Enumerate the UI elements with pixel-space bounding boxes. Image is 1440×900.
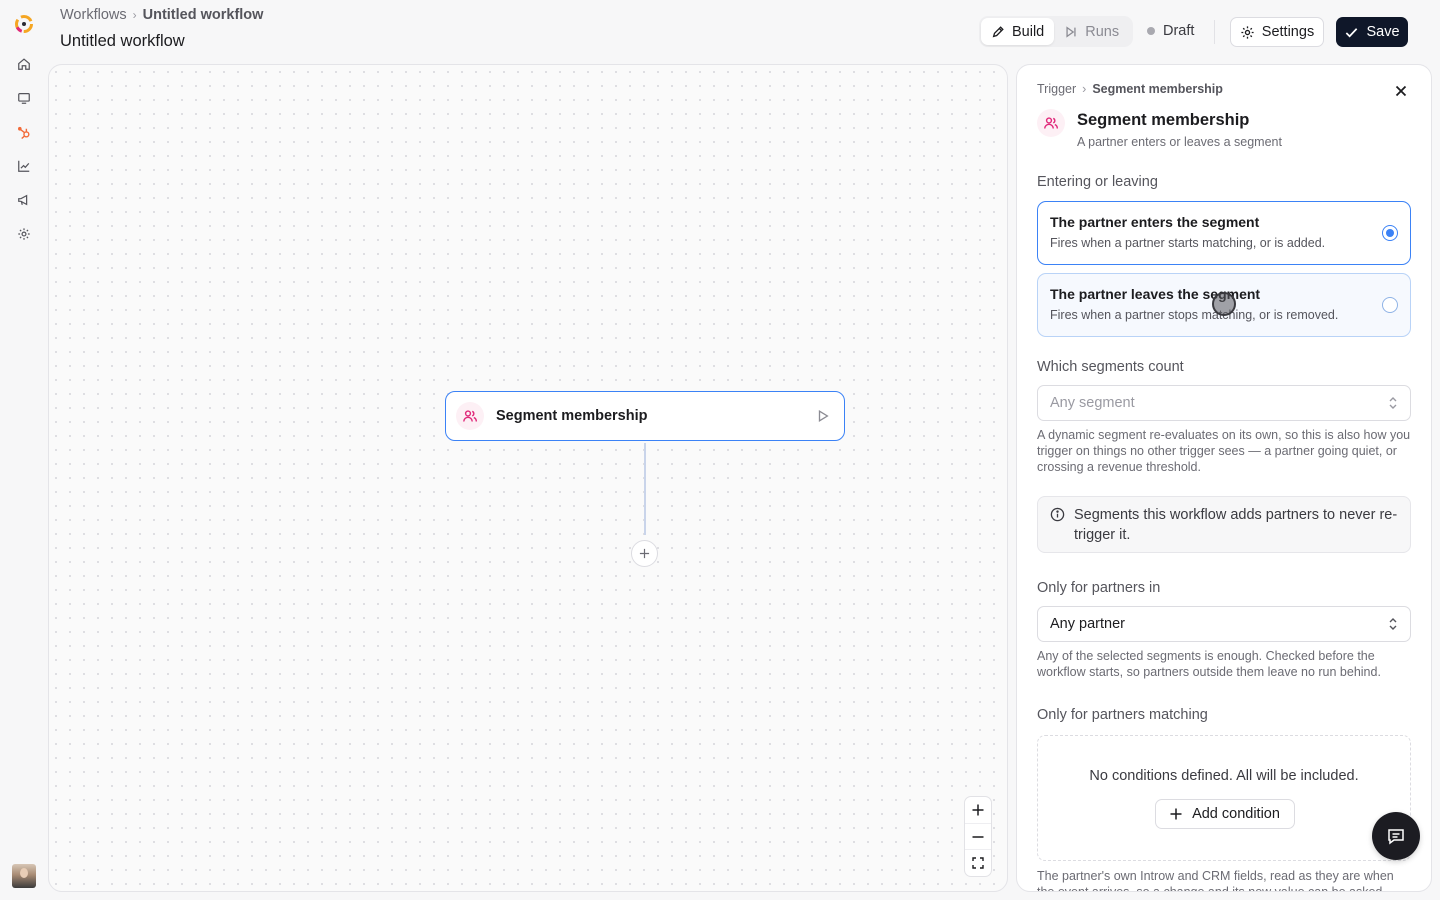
left-rail [0,0,48,900]
page-title[interactable]: Untitled workflow [60,32,185,51]
chevron-updown-icon [1389,397,1397,409]
info-text: Segments this workflow adds partners to … [1074,507,1398,543]
gear-icon[interactable] [14,224,34,244]
view-toggle: Build Runs [979,16,1133,47]
chevron-right-icon: › [132,8,137,22]
save-button[interactable]: Save [1336,17,1408,47]
zoom-out-button[interactable] [965,822,991,850]
info-callout: Segments this workflow adds partners to … [1037,496,1411,553]
check-icon [1346,27,1358,37]
chat-icon [1388,829,1404,845]
breadcrumb-workflows[interactable]: Workflows [60,7,127,23]
save-label: Save [1366,24,1400,40]
connector-line [644,443,646,535]
tab-runs-label: Runs [1085,23,1120,40]
app-logo-icon[interactable] [12,12,36,36]
users-icon [1037,109,1065,137]
status-badge: Draft [1147,23,1194,39]
entering-label: Entering or leaving [1037,174,1158,190]
add-condition-button[interactable]: Add condition [1155,799,1295,829]
status-label: Draft [1163,23,1195,39]
add-step-button[interactable] [631,540,658,567]
panel-subtitle: A partner enters or leaves a segment [1077,135,1282,149]
megaphone-icon[interactable] [14,190,34,210]
status-dot-icon [1147,27,1155,35]
panel-title: Segment membership [1077,111,1250,129]
partners-in-value: Any partner [1050,616,1125,632]
hubspot-icon[interactable] [14,122,34,142]
minus-icon [972,835,984,838]
segments-help: A dynamic segment re-evaluates on its ow… [1037,428,1411,474]
chart-icon[interactable] [14,156,34,176]
panel-breadcrumb-trigger[interactable]: Trigger [1037,82,1076,96]
info-icon [1050,507,1065,522]
footer-help: The partner's own Introw and CRM fields,… [1037,869,1394,892]
segments-label: Which segments count [1037,359,1184,375]
breadcrumb-current: Untitled workflow [142,7,264,23]
trigger-panel: Trigger › Segment membership Segment mem… [1016,64,1432,892]
conditions-box: No conditions defined. All will be inclu… [1037,735,1411,861]
settings-button[interactable]: Settings [1230,17,1324,47]
partners-in-help: Any of the selected segments is enough. … [1037,649,1381,679]
matching-label: Only for partners matching [1037,707,1208,723]
users-icon [456,402,484,430]
settings-label: Settings [1261,24,1315,40]
add-condition-label: Add condition [1192,806,1280,822]
panel-breadcrumb: Trigger › Segment membership [1037,82,1223,96]
no-conditions-text: No conditions defined. All will be inclu… [1089,768,1359,784]
run-icon [1066,25,1076,38]
plus-icon [639,548,650,559]
tab-build-label: Build [1012,23,1045,40]
trigger-node[interactable]: Segment membership [445,391,845,441]
zoom-in-button[interactable] [965,797,991,823]
chat-button[interactable] [1372,812,1420,860]
trigger-node-label: Segment membership [496,408,648,424]
segments-select[interactable]: Any segment [1037,385,1411,421]
radio-enters-title: The partner enters the segment [1050,214,1260,230]
header-divider [1214,20,1215,44]
fullscreen-icon [972,857,984,869]
zoom-controls [964,796,992,877]
monitor-icon[interactable] [14,88,34,108]
chevron-right-icon: › [1082,82,1087,96]
plus-icon [972,804,984,816]
radio-button-unchecked[interactable] [1382,297,1398,313]
avatar[interactable] [12,864,36,888]
close-icon[interactable] [1391,81,1411,101]
tab-build[interactable]: Build [981,18,1055,45]
gear-icon [1241,25,1254,39]
partners-in-select[interactable]: Any partner [1037,606,1411,642]
workflow-canvas[interactable]: Segment membership [48,64,1008,892]
radio-button-checked[interactable] [1382,225,1398,241]
segments-select-value: Any segment [1050,395,1135,411]
radio-enters-segment[interactable]: The partner enters the segment Fires whe… [1037,201,1411,265]
chevron-updown-icon [1389,618,1397,630]
radio-enters-desc: Fires when a partner starts matching, or… [1050,236,1326,250]
partners-in-label: Only for partners in [1037,580,1161,596]
play-icon[interactable] [816,409,830,423]
home-icon[interactable] [14,54,34,74]
tab-runs[interactable]: Runs [1054,18,1129,45]
plus-icon [1170,808,1182,820]
panel-breadcrumb-current: Segment membership [1092,82,1223,96]
pencil-icon [992,25,1004,37]
fit-view-button[interactable] [965,849,991,876]
cursor-indicator [1212,292,1236,316]
breadcrumb: Workflows › Untitled workflow [60,7,263,23]
